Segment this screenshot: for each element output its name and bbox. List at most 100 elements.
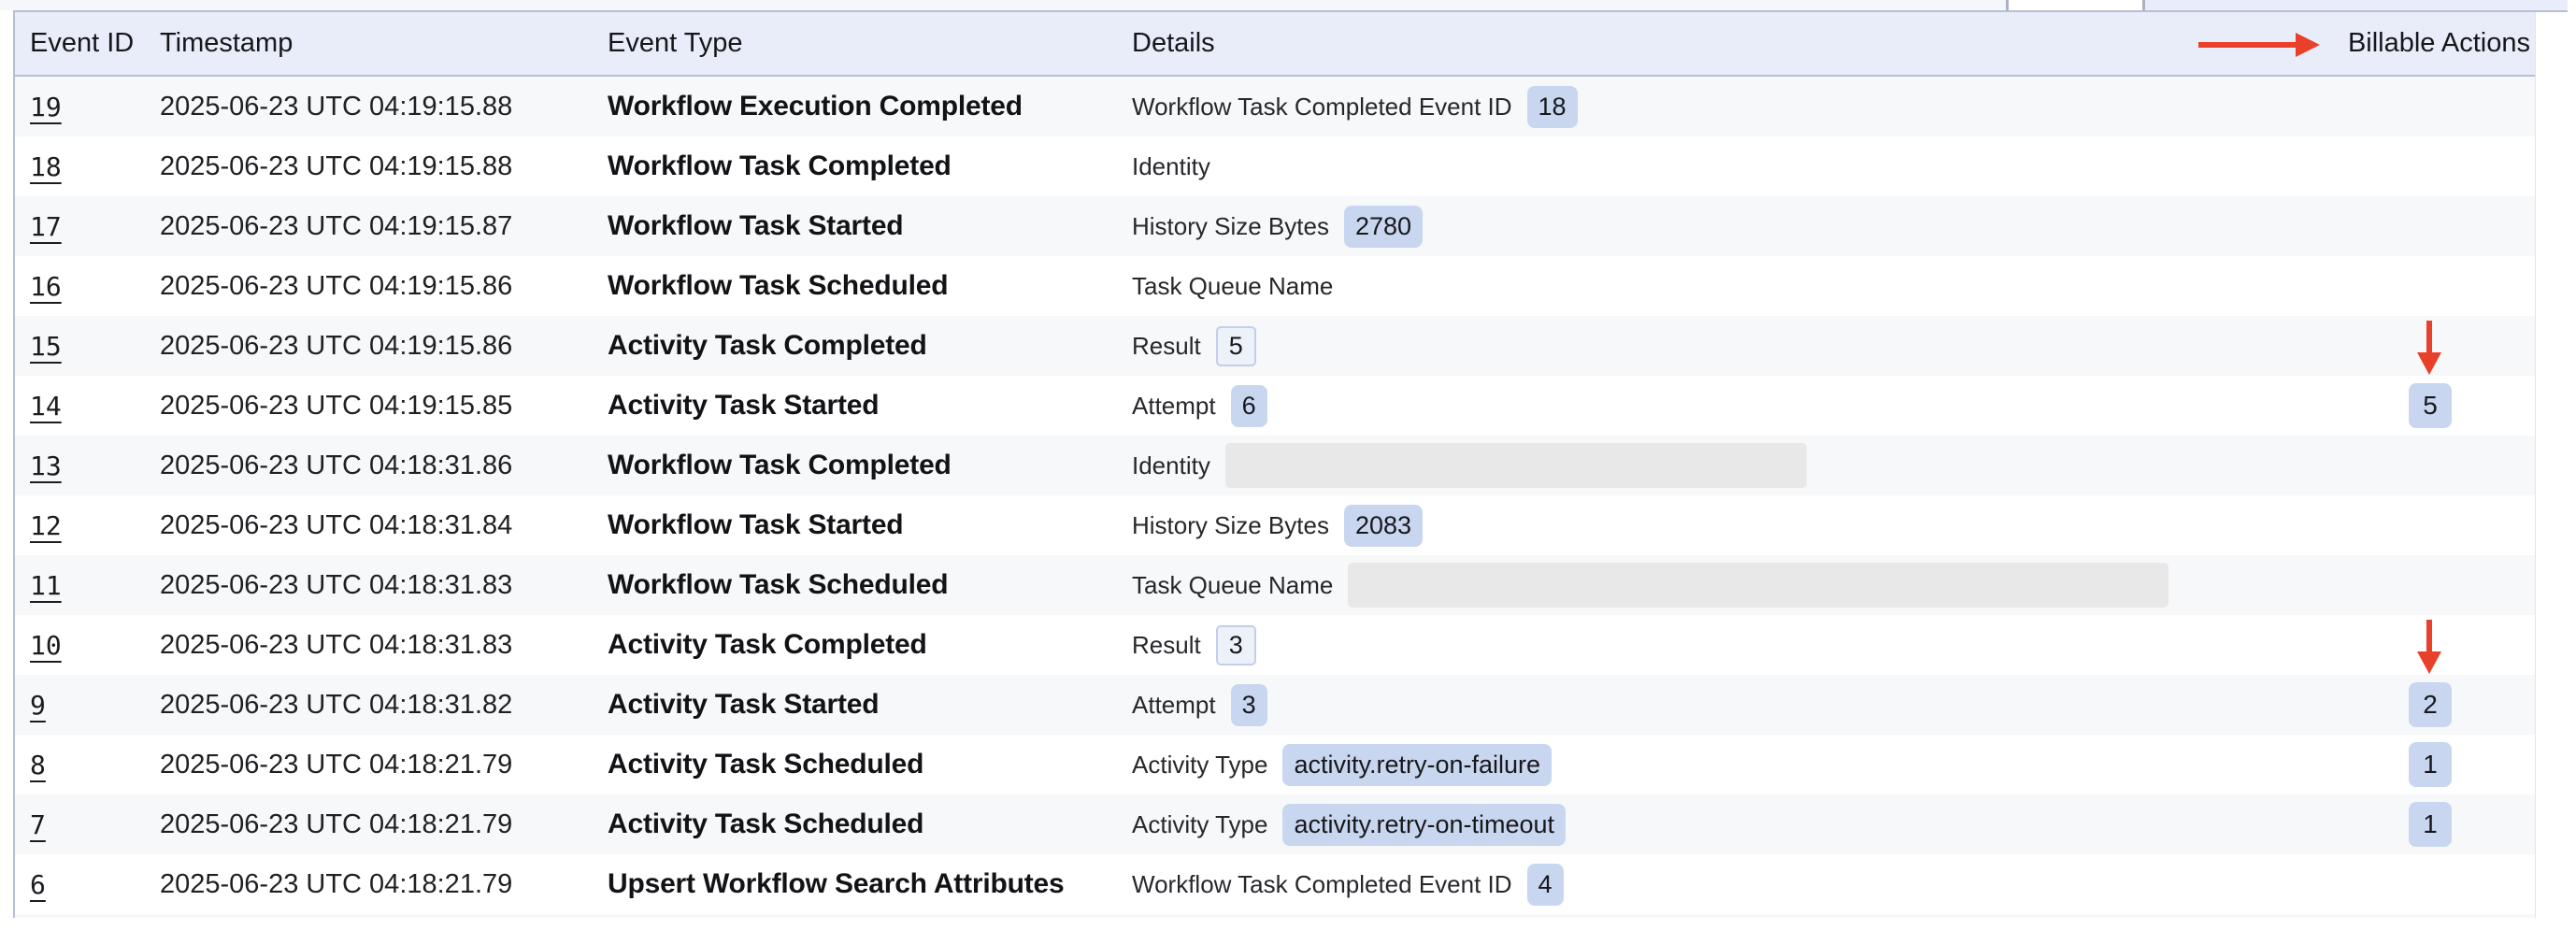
event-type: Workflow Task Completed — [608, 150, 952, 182]
detail-value: 2083 — [1344, 505, 1423, 547]
billable-value: 1 — [2409, 742, 2452, 787]
details-cell: Activity Type activity.retry-on-timeout — [1132, 794, 1566, 854]
detail-value: 2780 — [1344, 206, 1423, 248]
event-id-cell: 12 — [30, 495, 62, 555]
billable-value: 5 — [2409, 383, 2452, 428]
table-row[interactable]: 14 2025-06-23 UTC 04:19:15.85 Activity T… — [15, 376, 2566, 436]
details-cell: Task Queue Name — [1132, 256, 1333, 316]
details-cell: Attempt 6 — [1132, 376, 1267, 436]
detail-value: 6 — [1231, 385, 1267, 427]
detail-value — [1225, 443, 1807, 488]
event-type: Workflow Task Started — [608, 509, 903, 541]
table-row[interactable]: 9 2025-06-23 UTC 04:18:31.82 Activity Ta… — [15, 675, 2566, 735]
table-row[interactable]: 13 2025-06-23 UTC 04:18:31.86 Workflow T… — [15, 436, 2566, 495]
event-id-link[interactable]: 9 — [30, 690, 46, 721]
billable-actions-cell — [2387, 854, 2473, 914]
event-type-cell: Workflow Task Scheduled — [608, 555, 948, 615]
timestamp: 2025-06-23 UTC 04:18:31.86 — [160, 451, 512, 481]
detail-label: History Size Bytes — [1132, 511, 1329, 540]
timestamp-cell: 2025-06-23 UTC 04:18:31.82 — [160, 675, 512, 735]
table-body: 19 2025-06-23 UTC 04:19:15.88 Workflow E… — [15, 77, 2566, 914]
table-row[interactable]: 7 2025-06-23 UTC 04:18:21.79 Activity Ta… — [15, 794, 2566, 854]
event-id-link[interactable]: 12 — [30, 510, 62, 541]
event-type-cell: Workflow Task Completed — [608, 436, 952, 495]
event-id-link[interactable]: 7 — [30, 809, 46, 840]
event-history-table: Event ID Timestamp Event Type Details Bi… — [13, 10, 2568, 918]
event-id-link[interactable]: 16 — [30, 271, 62, 302]
timestamp: 2025-06-23 UTC 04:19:15.88 — [160, 92, 512, 122]
timestamp: 2025-06-23 UTC 04:18:31.84 — [160, 510, 512, 541]
billable-value: 1 — [2409, 802, 2452, 847]
event-id-link[interactable]: 11 — [30, 570, 62, 601]
detail-label: Workflow Task Completed Event ID — [1132, 870, 1512, 899]
detail-value: 18 — [1527, 86, 1578, 128]
table-row[interactable]: 18 2025-06-23 UTC 04:19:15.88 Workflow T… — [15, 136, 2566, 196]
details-cell: Identity — [1132, 436, 1807, 495]
billable-actions-cell — [2387, 196, 2473, 256]
event-type-cell: Workflow Task Scheduled — [608, 256, 948, 316]
event-id-link[interactable]: 10 — [30, 630, 62, 661]
event-id-link[interactable]: 18 — [30, 151, 62, 182]
detail-label: Result — [1132, 631, 1201, 660]
event-type: Workflow Task Scheduled — [608, 569, 948, 601]
timestamp-cell: 2025-06-23 UTC 04:19:15.87 — [160, 196, 512, 256]
event-id-cell: 10 — [30, 615, 62, 675]
table-row[interactable]: 11 2025-06-23 UTC 04:18:31.83 Workflow T… — [15, 555, 2566, 615]
detail-label: Workflow Task Completed Event ID — [1132, 93, 1512, 122]
event-id-link[interactable]: 19 — [30, 92, 62, 122]
table-row[interactable]: 10 2025-06-23 UTC 04:18:31.83 Activity T… — [15, 615, 2566, 675]
billable-actions-cell: 2 — [2387, 675, 2473, 735]
event-type: Activity Task Completed — [608, 629, 927, 661]
annotation-arrow-right-icon — [2198, 42, 2296, 48]
timestamp: 2025-06-23 UTC 04:18:31.82 — [160, 690, 512, 721]
details-cell: Workflow Task Completed Event ID 4 — [1132, 854, 1564, 914]
detail-value: activity.retry-on-timeout — [1282, 804, 1566, 846]
event-type-cell: Workflow Execution Completed — [608, 77, 1023, 136]
clipped-strip-right — [2145, 0, 2568, 10]
timestamp: 2025-06-23 UTC 04:19:15.85 — [160, 391, 512, 422]
clipped-strip-left — [0, 0, 2006, 10]
billable-value: 2 — [2409, 682, 2452, 727]
detail-label: Identity — [1132, 152, 1210, 181]
scrollbar-track[interactable] — [2535, 12, 2568, 918]
table-row[interactable]: 15 2025-06-23 UTC 04:19:15.86 Activity T… — [15, 316, 2566, 376]
event-id-link[interactable]: 15 — [30, 331, 62, 362]
table-row[interactable]: 16 2025-06-23 UTC 04:19:15.86 Workflow T… — [15, 256, 2566, 316]
timestamp-cell: 2025-06-23 UTC 04:18:21.79 — [160, 794, 512, 854]
column-header-timestamp: Timestamp — [160, 12, 293, 75]
timestamp-cell: 2025-06-23 UTC 04:18:31.84 — [160, 495, 512, 555]
annotation-arrow-down-icon — [2426, 321, 2432, 352]
table-row[interactable]: 17 2025-06-23 UTC 04:19:15.87 Workflow T… — [15, 196, 2566, 256]
event-type-cell: Activity Task Completed — [608, 615, 927, 675]
event-type: Workflow Task Completed — [608, 450, 952, 481]
column-header-billable-actions: Billable Actions — [2348, 12, 2530, 75]
detail-value: 3 — [1231, 684, 1267, 726]
event-id-link[interactable]: 14 — [30, 391, 62, 422]
event-id-cell: 19 — [30, 77, 62, 136]
table-row[interactable]: 19 2025-06-23 UTC 04:19:15.88 Workflow E… — [15, 77, 2566, 136]
detail-label: Attempt — [1132, 392, 1216, 421]
event-id-link[interactable]: 13 — [30, 451, 62, 481]
details-cell: Identity — [1132, 136, 1210, 196]
timestamp: 2025-06-23 UTC 04:18:31.83 — [160, 630, 512, 661]
table-row[interactable]: 12 2025-06-23 UTC 04:18:31.84 Workflow T… — [15, 495, 2566, 555]
event-id-cell: 16 — [30, 256, 62, 316]
detail-value: activity.retry-on-failure — [1282, 744, 1552, 786]
table-header-row: Event ID Timestamp Event Type Details Bi… — [15, 12, 2566, 77]
details-cell: Attempt 3 — [1132, 675, 1267, 735]
details-cell: Activity Type activity.retry-on-failure — [1132, 735, 1552, 794]
column-header-event-id: Event ID — [30, 12, 134, 75]
event-id-link[interactable]: 17 — [30, 211, 62, 242]
table-row[interactable]: 8 2025-06-23 UTC 04:18:21.79 Activity Ta… — [15, 735, 2566, 794]
event-id-cell: 11 — [30, 555, 62, 615]
event-id-cell: 6 — [30, 854, 46, 914]
timestamp: 2025-06-23 UTC 04:18:21.79 — [160, 809, 512, 840]
event-id-link[interactable]: 8 — [30, 750, 46, 780]
table-row[interactable]: 6 2025-06-23 UTC 04:18:21.79 Upsert Work… — [15, 854, 2566, 914]
timestamp-cell: 2025-06-23 UTC 04:19:15.86 — [160, 316, 512, 376]
timestamp: 2025-06-23 UTC 04:19:15.88 — [160, 151, 512, 182]
timestamp: 2025-06-23 UTC 04:18:21.79 — [160, 869, 512, 900]
event-id-link[interactable]: 6 — [30, 869, 46, 900]
event-id-cell: 18 — [30, 136, 62, 196]
event-id-cell: 17 — [30, 196, 62, 256]
